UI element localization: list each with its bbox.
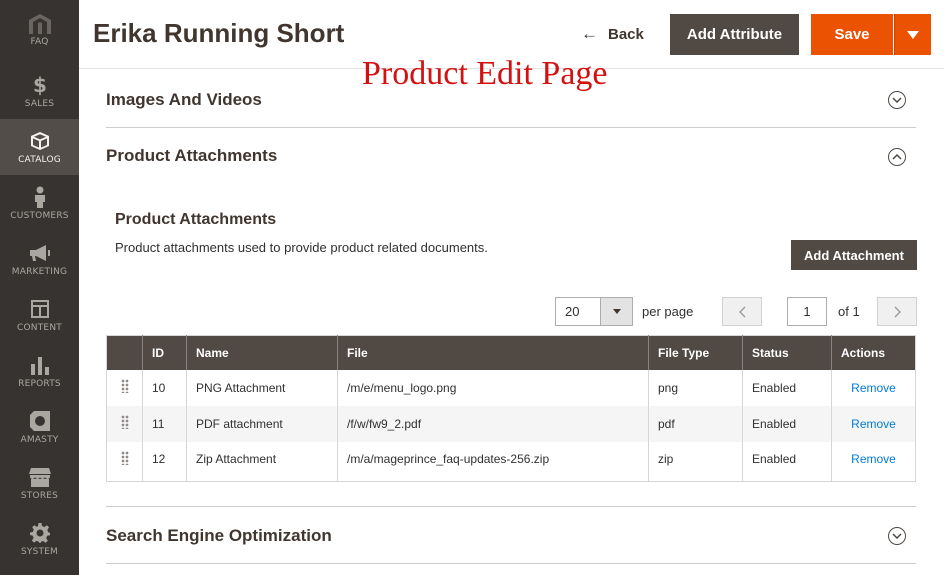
amasty-icon xyxy=(29,410,51,432)
remove-link[interactable]: Remove xyxy=(851,452,896,466)
admin-sidebar: FAQ $ SALES CATALOG CUSTOMERS MARKETING … xyxy=(0,0,79,575)
column-header-status[interactable]: Status xyxy=(742,335,832,370)
overlay-caption: Product Edit Page xyxy=(362,55,608,92)
chevron-down-icon[interactable] xyxy=(888,91,906,109)
table-header-row: ID Name File File Type Status Actions xyxy=(106,335,916,370)
section-product-attachments[interactable]: Product Attachments xyxy=(106,128,916,184)
section-search-engine-optimization[interactable]: Search Engine Optimization xyxy=(106,506,916,564)
column-header-file[interactable]: File xyxy=(337,335,649,370)
svg-text:$: $ xyxy=(33,74,47,96)
save-button[interactable]: Save xyxy=(811,14,893,55)
chevron-right-icon xyxy=(894,306,901,317)
page-title: Erika Running Short xyxy=(93,18,345,48)
chevron-up-icon[interactable] xyxy=(888,148,906,166)
cell-file-type: png xyxy=(648,369,743,406)
page-number-input[interactable]: 1 xyxy=(787,297,827,326)
drag-handle-cell[interactable] xyxy=(106,441,143,482)
person-icon xyxy=(29,186,51,208)
cell-status: Enabled xyxy=(742,441,832,482)
nav-label: STORES xyxy=(20,490,59,501)
drag-handle-icon[interactable] xyxy=(120,379,129,393)
table-row: 10 PNG Attachment /m/e/menu_logo.png png… xyxy=(106,369,916,406)
nav-item-customers[interactable]: CUSTOMERS xyxy=(0,175,79,231)
column-header-name[interactable]: Name xyxy=(186,335,338,370)
nav-item-stores[interactable]: STORES xyxy=(0,455,79,511)
cell-file: /f/w/fw9_2.pdf xyxy=(337,405,649,442)
nav-label: MARKETING xyxy=(11,266,68,277)
gear-icon xyxy=(29,522,51,544)
cell-id: 10 xyxy=(142,369,187,406)
drag-handle-icon[interactable] xyxy=(120,415,129,429)
add-attachment-button[interactable]: Add Attachment xyxy=(791,240,917,270)
drag-handle-cell[interactable] xyxy=(106,405,143,442)
caret-down-icon xyxy=(907,30,919,39)
cell-name: PDF attachment xyxy=(186,405,338,442)
back-label: Back xyxy=(608,25,644,43)
save-options-toggle[interactable] xyxy=(894,14,931,55)
cell-file: /m/a/mageprince_faq-updates-256.zip xyxy=(337,441,649,482)
bar-chart-icon xyxy=(29,354,51,376)
back-button[interactable]: ← Back xyxy=(581,24,644,44)
nav-label: SALES xyxy=(24,98,55,109)
per-page-dropdown-button[interactable] xyxy=(600,298,632,325)
cell-id: 12 xyxy=(142,441,187,482)
per-page-label: per page xyxy=(642,304,694,319)
drag-handle-cell[interactable] xyxy=(106,369,143,406)
previous-page-button[interactable] xyxy=(722,297,762,326)
nav-item-content[interactable]: CONTENT xyxy=(0,287,79,343)
magento-logo[interactable]: FAQ xyxy=(0,0,79,63)
per-page-value: 20 xyxy=(565,304,580,319)
nav-item-catalog[interactable]: CATALOG xyxy=(0,119,79,175)
magento-logo-icon xyxy=(28,14,51,34)
add-attribute-button[interactable]: Add Attribute xyxy=(670,14,799,55)
nav-label: CUSTOMERS xyxy=(10,210,69,221)
nav-label: REPORTS xyxy=(18,378,61,389)
section-title: Images And Videos xyxy=(106,90,262,109)
nav-item-amasty[interactable]: AMASTY xyxy=(0,399,79,455)
per-page-select[interactable]: 20 xyxy=(555,297,633,326)
megaphone-icon xyxy=(29,242,51,264)
remove-link[interactable]: Remove xyxy=(851,381,896,395)
section-title: Search Engine Optimization xyxy=(106,526,332,545)
attachments-description: Product attachments used to provide prod… xyxy=(115,240,488,255)
layout-icon xyxy=(29,298,51,320)
cell-name: PNG Attachment xyxy=(186,369,338,406)
store-icon xyxy=(28,466,51,488)
cell-name: Zip Attachment xyxy=(186,441,338,482)
nav-item-system[interactable]: SYSTEM xyxy=(0,511,79,567)
nav-item-sales[interactable]: $ SALES xyxy=(0,63,79,119)
cell-status: Enabled xyxy=(742,369,832,406)
chevron-left-icon xyxy=(738,306,745,317)
table-row: 12 Zip Attachment /m/a/mageprince_faq-up… xyxy=(106,441,916,482)
cell-status: Enabled xyxy=(742,405,832,442)
table-row: 11 PDF attachment /f/w/fw9_2.pdf pdf Ena… xyxy=(106,405,916,442)
cell-file-type: zip xyxy=(648,441,743,482)
column-header-actions: Actions xyxy=(831,335,916,370)
caret-down-icon xyxy=(612,309,621,314)
remove-link[interactable]: Remove xyxy=(851,417,896,431)
page-total-label: of 1 xyxy=(838,304,860,319)
next-page-button[interactable] xyxy=(877,297,917,326)
column-header-drag xyxy=(106,335,143,370)
logo-label: FAQ xyxy=(30,37,49,47)
attachments-heading: Product Attachments xyxy=(115,211,277,228)
drag-handle-icon[interactable] xyxy=(120,450,129,465)
nav-label: AMASTY xyxy=(20,434,59,445)
nav-item-reports[interactable]: REPORTS xyxy=(0,343,79,399)
cell-id: 11 xyxy=(142,405,187,442)
arrow-left-icon: ← xyxy=(581,24,598,43)
column-header-id[interactable]: ID xyxy=(142,335,187,370)
chevron-down-icon[interactable] xyxy=(888,527,906,545)
nav-item-marketing[interactable]: MARKETING xyxy=(0,231,79,287)
nav-label: CONTENT xyxy=(17,322,62,333)
column-header-file-type[interactable]: File Type xyxy=(648,335,743,370)
cell-file-type: pdf xyxy=(648,405,743,442)
box-icon xyxy=(29,130,51,152)
nav-label: SYSTEM xyxy=(20,546,59,557)
cell-file: /m/e/menu_logo.png xyxy=(337,369,649,406)
nav-label: CATALOG xyxy=(18,154,61,165)
dollar-icon: $ xyxy=(29,74,51,96)
section-title: Product Attachments xyxy=(106,146,278,165)
attachments-table: ID Name File File Type Status Actions 10… xyxy=(106,335,916,482)
